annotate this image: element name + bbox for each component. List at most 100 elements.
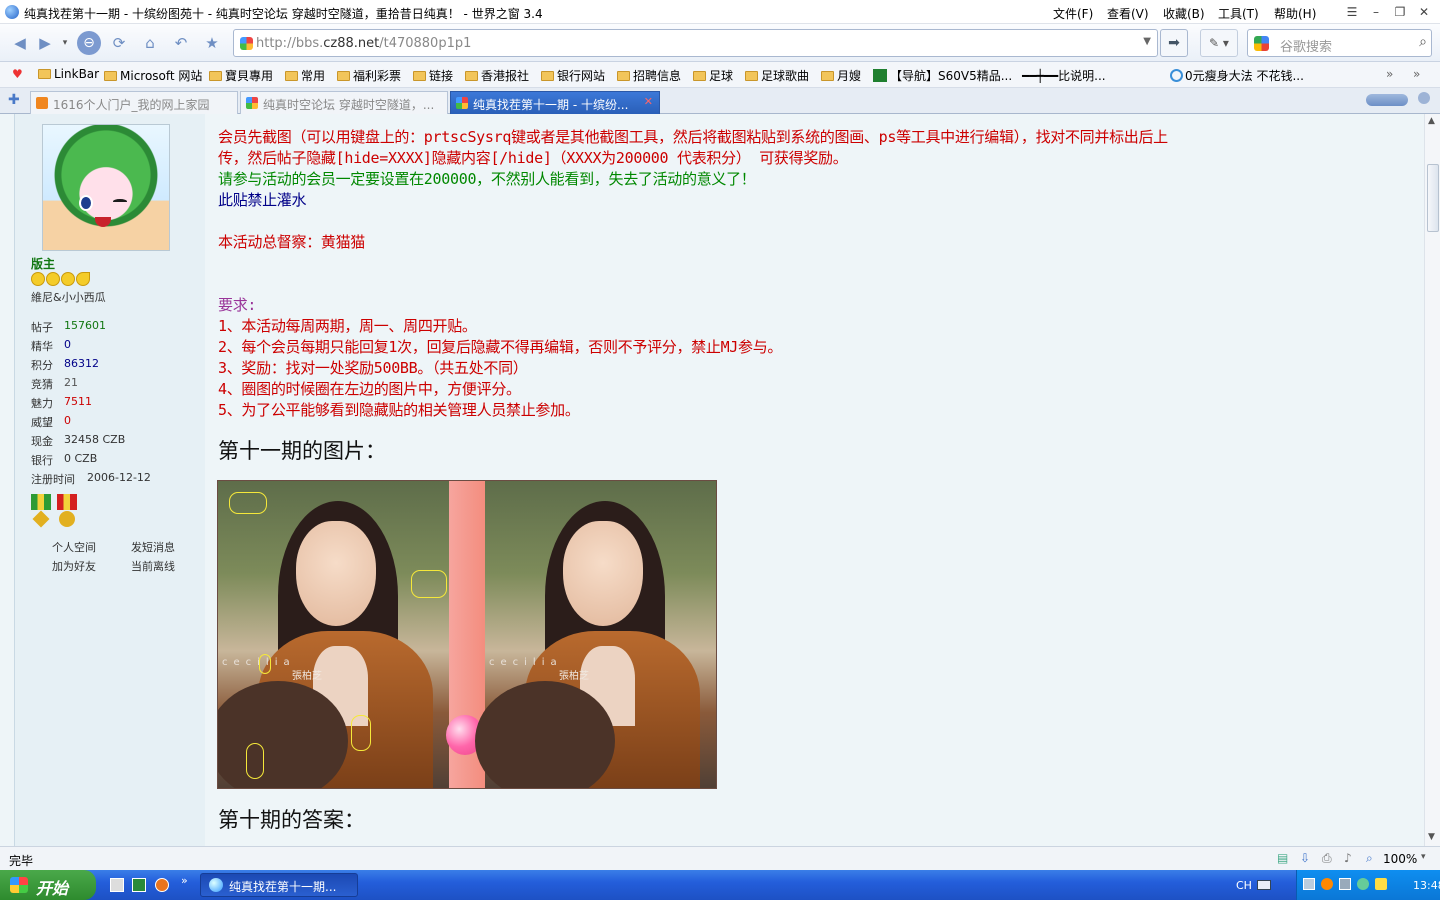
moon-icon [76, 272, 90, 286]
network-icon[interactable] [1303, 878, 1315, 890]
section-heading: 第十一期的图片： [218, 439, 386, 463]
tools-button[interactable]: ✎ ▾ [1200, 29, 1238, 57]
new-tab-plus-icon[interactable]: ✚ [8, 92, 20, 108]
menu-favorites[interactable]: 收藏(B) [1163, 5, 1205, 22]
favorites-heart-icon[interactable]: ♥ [12, 67, 23, 81]
fav-links[interactable]: 链接 [413, 67, 453, 84]
back-icon[interactable]: ◀ [8, 31, 32, 55]
difference-marker [229, 492, 267, 514]
download-icon[interactable]: ⇩ [1300, 851, 1310, 865]
scroll-thumb[interactable] [1427, 164, 1439, 232]
fav-hk-news[interactable]: 香港报社 [465, 67, 529, 84]
quicklaunch-browser-icon[interactable] [155, 878, 169, 892]
address-dropdown-icon[interactable]: ▼ [1143, 36, 1151, 47]
add-friend-link[interactable]: 加为好友 [52, 558, 96, 574]
forward-icon[interactable]: ▶ [33, 31, 57, 55]
stat-label: 帖子 [31, 321, 53, 334]
site-favicon-icon [456, 97, 468, 109]
scroll-up-icon[interactable]: ▲ [1428, 116, 1435, 126]
menu-file[interactable]: 文件(F) [1053, 5, 1093, 22]
monitor-icon[interactable] [1339, 878, 1351, 890]
restore-button[interactable]: ❐ [1392, 5, 1408, 19]
send-message-link[interactable]: 发短消息 [131, 539, 175, 555]
print-icon[interactable]: ⎙ [1322, 851, 1332, 866]
fav-compare[interactable]: ━━┿━━比说明... [1022, 67, 1106, 84]
tab-scroll-icon[interactable] [1366, 94, 1408, 106]
keyboard-icon[interactable] [1257, 880, 1271, 890]
menu-view[interactable]: 查看(V) [1107, 5, 1149, 22]
address-bar[interactable]: http://bbs.cz88.net/t470880p1p1 ▼ [233, 29, 1158, 57]
fav-common[interactable]: 常用 [285, 67, 325, 84]
menu-help[interactable]: 帮助(H) [1274, 5, 1316, 22]
input-language[interactable]: CH [1236, 879, 1252, 892]
fav-football-songs[interactable]: 足球歌曲 [745, 67, 809, 84]
menu-tools[interactable]: 工具(T) [1218, 5, 1259, 22]
nav-site-icon [873, 69, 887, 82]
app-tray-icon[interactable] [1321, 878, 1333, 890]
fav-microsoft[interactable]: Microsoft 网站 [104, 67, 202, 84]
search-icon[interactable]: ⌕ [1419, 34, 1427, 50]
right-photo: cecilia 張柏芝 [475, 481, 716, 788]
quicklaunch-excel-icon[interactable] [132, 878, 146, 892]
fav-jobs[interactable]: 招聘信息 [617, 67, 681, 84]
vertical-scrollbar[interactable]: ▲ ▼ [1424, 114, 1440, 846]
fav-linkbar[interactable]: LinkBar [38, 67, 99, 81]
page-icon[interactable]: ▤ [1277, 851, 1288, 865]
window-title: 纯真找茬第十一期 - 十缤纷图苑十 - 纯真时空论坛 穿越时空隧道，重拾昔日纯真… [24, 7, 543, 21]
personal-space-link[interactable]: 个人空间 [52, 539, 96, 555]
post-line: 会员先截图（可以用键盘上的：prtscSysrq键或者是其他截图工具，然后将截图… [218, 128, 1168, 146]
stat-label: 注册时间 [31, 473, 75, 486]
status-text: 完毕 [9, 854, 34, 868]
stop-icon[interactable]: ⊖ [77, 31, 101, 55]
fav-nanny[interactable]: 月嫂 [821, 67, 861, 84]
stat-label: 魅力 [31, 397, 53, 410]
goat-image [475, 681, 615, 788]
stat-label: 威望 [31, 416, 53, 429]
history-dropdown-icon[interactable]: ▾ [58, 31, 72, 55]
fav-slim[interactable]: 0元瘦身大法 不花钱... [1170, 67, 1304, 84]
close-button[interactable]: ✕ [1416, 5, 1432, 19]
go-button[interactable]: ➡ [1160, 29, 1188, 57]
folder-icon [617, 71, 630, 81]
tab-current[interactable]: 纯真找茬第十一期 - 十缤纷... ✕ [450, 91, 660, 114]
tab-1616[interactable]: 1616个人门户_我的网上家园 [30, 91, 238, 114]
tab-menu-icon[interactable] [1418, 92, 1430, 104]
alert-icon[interactable] [1375, 878, 1387, 890]
sound-icon[interactable]: ♪ [1344, 851, 1352, 865]
search-input[interactable]: 谷歌搜索 [1280, 36, 1332, 55]
post-line: 此贴禁止灌水 [218, 191, 307, 209]
toolbar-more-icon[interactable]: » [1413, 67, 1420, 81]
taskbar-window-button[interactable]: 纯真找茬第十一期... [200, 873, 358, 897]
favorite-star-icon[interactable]: ★ [200, 31, 224, 55]
tab-forum[interactable]: 纯真时空论坛 穿越时空隧道，... [240, 91, 448, 114]
fav-lottery[interactable]: 福利彩票 [337, 67, 401, 84]
home-icon[interactable]: ⌂ [138, 31, 162, 55]
favorites-more-icon[interactable]: » [1386, 67, 1393, 81]
close-tab-icon[interactable]: ✕ [644, 95, 653, 108]
zoom-dropdown-icon[interactable]: ▾ [1421, 852, 1426, 862]
scroll-down-icon[interactable]: ▼ [1428, 832, 1435, 842]
fav-bank[interactable]: 银行网站 [541, 67, 605, 84]
quicklaunch-calc-icon[interactable] [110, 878, 124, 892]
fav-s60v5[interactable]: 【导航】S60V5精品... [873, 67, 1012, 84]
refresh-icon[interactable]: ⟳ [107, 31, 131, 55]
fav-baby[interactable]: 寶貝專用 [209, 67, 273, 84]
stat-value: 0 [64, 338, 71, 351]
stat-value: 2006-12-12 [87, 471, 151, 484]
undo-close-icon[interactable]: ↶ [169, 31, 193, 55]
stat-label: 积分 [31, 359, 53, 372]
fav-football[interactable]: 足球 [693, 67, 733, 84]
spot-difference-image[interactable]: cecilia 張柏芝 cecilia 張柏芝 [217, 480, 717, 789]
zoom-icon[interactable]: ⌕ [1366, 851, 1373, 866]
favorites-bar: ♥ LinkBar Microsoft 网站 寶貝專用 常用 福利彩票 链接 香… [0, 62, 1440, 88]
address-url[interactable]: http://bbs.cz88.net/t470880p1p1 [256, 36, 471, 51]
security-icon[interactable] [1357, 878, 1369, 890]
start-button[interactable]: 开始 [0, 870, 96, 900]
site-favicon-icon [240, 37, 253, 50]
quicklaunch-more-icon[interactable]: » [181, 874, 188, 887]
menu-list-icon[interactable]: ☰ [1344, 5, 1360, 19]
zoom-level[interactable]: 100% [1383, 852, 1417, 866]
search-box[interactable]: 谷歌搜索 ⌕ [1247, 29, 1432, 57]
taskbar: 开始 » 纯真找茬第十一期... CH 13:48 [0, 870, 1440, 900]
minimize-button[interactable]: – [1368, 5, 1384, 19]
